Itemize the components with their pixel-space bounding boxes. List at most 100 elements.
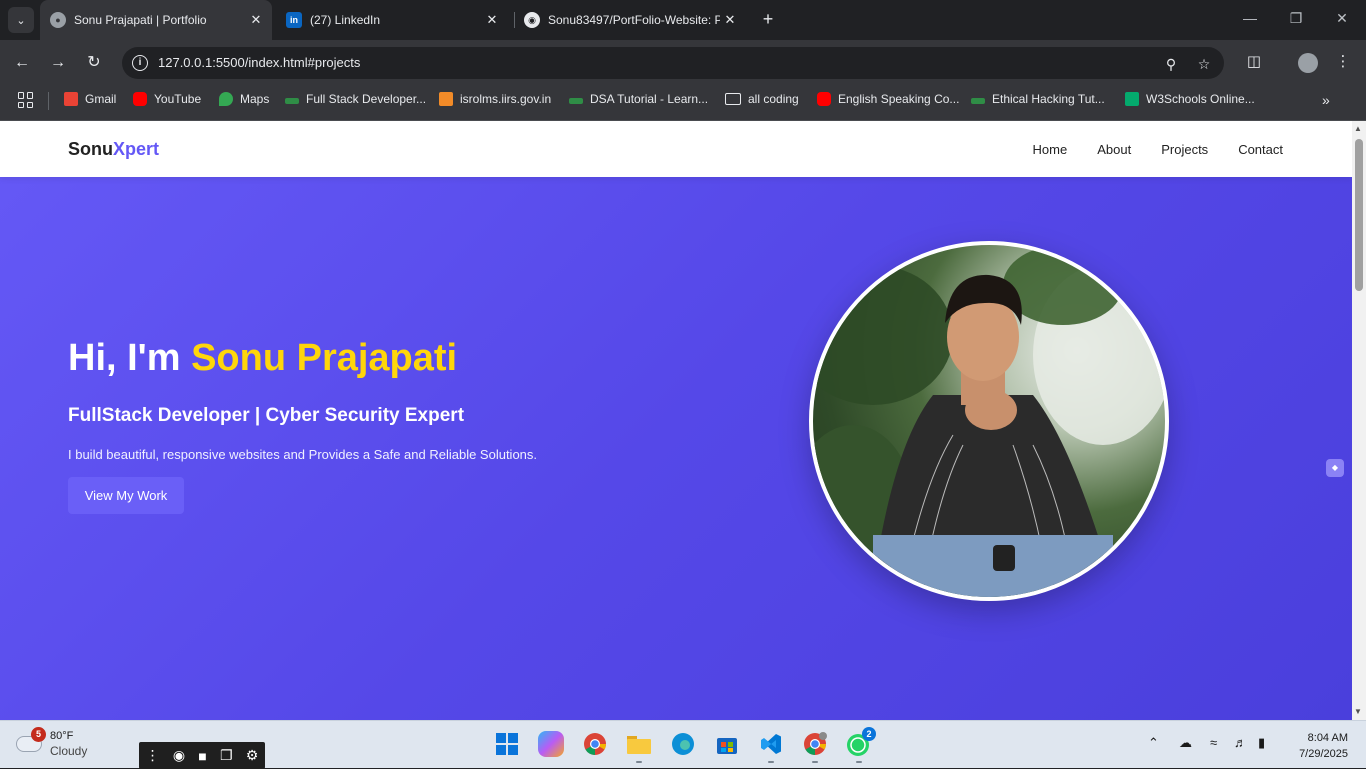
bookmark-label: DSA Tutorial - Learn... — [590, 92, 709, 106]
onedrive-cloud-icon[interactable]: ☁ — [1179, 735, 1192, 751]
close-icon[interactable]: ✕ — [720, 12, 740, 28]
more-bookmarks-icon[interactable]: » — [1322, 92, 1330, 108]
tab-search-chevron-icon[interactable]: ⌄ — [8, 7, 34, 33]
forward-arrow-icon[interactable]: → — [47, 52, 69, 74]
taskbar-running-indicator — [768, 761, 774, 763]
bookmark-fullstack[interactable]: Full Stack Developer... — [285, 92, 426, 106]
bookmark-star-icon[interactable]: ☆ — [1195, 55, 1213, 73]
address-bar[interactable]: i 127.0.0.1:5500/index.html#projects ⚲ ☆ — [122, 47, 1224, 79]
view-my-work-button[interactable]: View My Work — [68, 477, 184, 514]
bookmark-label: YouTube — [154, 92, 202, 106]
weather-temp: 80°F — [50, 730, 74, 742]
site-logo[interactable]: SonuXpert — [68, 139, 159, 160]
weather-text: 80°F Cloudy — [50, 729, 87, 759]
battery-icon[interactable]: ▮ — [1258, 735, 1265, 751]
taskbar-running-indicator — [636, 761, 642, 763]
restore-icon[interactable]: ❐ — [1286, 10, 1306, 27]
tab-portfolio[interactable]: ● Sonu Prajapati | Portfolio ✕ — [40, 0, 272, 40]
bookmark-w3schools[interactable]: W3Schools Online... — [1125, 92, 1255, 106]
hero-heading: Hi, I'm Sonu Prajapati — [68, 337, 457, 380]
logo-text: Sonu — [68, 139, 113, 159]
chrome-icon[interactable] — [582, 731, 608, 757]
gear-icon[interactable]: ⚙ — [246, 747, 259, 764]
windows-start-icon[interactable] — [494, 731, 520, 757]
microsoft-store-icon[interactable] — [714, 731, 740, 757]
cloud-icon: 5 — [16, 727, 46, 752]
bookmarks-divider — [48, 92, 49, 110]
close-icon[interactable]: ✕ — [246, 12, 266, 28]
bookmark-youtube[interactable]: YouTube — [133, 92, 201, 106]
clock-time: 8:04 AM — [1307, 732, 1348, 744]
whatsapp-icon[interactable]: 2 — [846, 727, 876, 757]
chrome-profile-icon[interactable] — [802, 731, 828, 757]
nav-contact-link[interactable]: Contact — [1238, 142, 1283, 157]
capture-toolbar: ⋮ ◉ ■ ❐ ⚙ — [139, 742, 265, 769]
weather-desc: Cloudy — [50, 744, 88, 758]
bookmark-label: W3Schools Online... — [1146, 92, 1255, 106]
wifi-icon[interactable]: ≈ — [1210, 735, 1217, 750]
apps-grid-icon[interactable] — [18, 92, 34, 108]
close-icon[interactable]: ✕ — [482, 12, 502, 28]
gfg-icon — [569, 98, 583, 104]
url-text[interactable]: 127.0.0.1:5500/index.html#projects — [158, 55, 360, 70]
taskbar-running-indicator — [812, 761, 818, 763]
nav-projects-link[interactable]: Projects — [1161, 142, 1208, 157]
window-capture-icon[interactable]: ❐ — [220, 747, 233, 764]
vscode-icon[interactable] — [758, 731, 784, 757]
bookmark-folder-all-coding[interactable]: all coding — [725, 92, 799, 106]
floating-widget-icon[interactable]: ◆ — [1326, 459, 1344, 477]
gmail-icon — [64, 92, 78, 106]
kebab-menu-icon[interactable]: ⋮ — [1332, 52, 1354, 70]
bookmark-gmail[interactable]: Gmail — [64, 92, 116, 106]
bookmark-isrolms[interactable]: isrolms.iirs.gov.in — [439, 92, 551, 106]
nav-about-link[interactable]: About — [1097, 142, 1131, 157]
bookmark-label: all coding — [748, 92, 799, 106]
bookmark-label: isrolms.iirs.gov.in — [460, 92, 552, 106]
bookmark-english[interactable]: English Speaking Co... — [817, 92, 959, 106]
bookmark-dsa[interactable]: DSA Tutorial - Learn... — [569, 92, 708, 106]
drag-handle-icon[interactable]: ⋮ — [146, 747, 160, 764]
video-camera-icon[interactable]: ■ — [198, 748, 206, 764]
new-tab-button[interactable]: + — [758, 10, 778, 30]
edge-icon[interactable] — [670, 731, 696, 757]
page-scrollbar[interactable]: ▲ ▼ — [1352, 121, 1366, 720]
scrollbar-thumb[interactable] — [1355, 139, 1363, 291]
profile-avatar[interactable] — [1298, 53, 1318, 73]
extensions-icon[interactable]: ◫ — [1243, 52, 1265, 70]
camera-icon[interactable]: ◉ — [173, 747, 185, 764]
tab-github[interactable]: ◉ Sonu83497/PortFolio-Website: P ✕ — [514, 0, 746, 40]
tab-linkedin[interactable]: in (27) LinkedIn ✕ — [276, 0, 508, 40]
portfolio-page: SonuXpert Home About Projects Contact Hi… — [0, 121, 1352, 720]
weather-widget[interactable]: 5 80°F Cloudy — [16, 727, 87, 759]
windows-taskbar: 5 80°F Cloudy ⋮ ◉ ■ ❐ ⚙ 2 ⌃ ☁ ≈ ♬ ▮ 8:04… — [0, 720, 1366, 769]
file-explorer-icon[interactable] — [626, 731, 652, 757]
back-arrow-icon[interactable]: ← — [11, 52, 33, 74]
minimize-icon[interactable]: — — [1240, 10, 1260, 26]
hero-greeting: Hi, I'm — [68, 337, 192, 379]
whatsapp-badge: 2 — [862, 727, 876, 741]
maps-pin-icon — [219, 92, 233, 106]
reload-icon[interactable]: ↻ — [83, 52, 105, 74]
site-info-icon[interactable]: i — [132, 55, 148, 71]
nav-home-link[interactable]: Home — [1033, 142, 1068, 157]
scroll-up-icon[interactable]: ▲ — [1354, 124, 1362, 133]
zoom-icon[interactable]: ⚲ — [1162, 55, 1180, 73]
site-navbar: SonuXpert Home About Projects Contact — [0, 121, 1352, 177]
tray-chevron-up-icon[interactable]: ⌃ — [1148, 735, 1159, 751]
bookmark-maps[interactable]: Maps — [219, 92, 269, 106]
system-clock[interactable]: 8:04 AM 7/29/2025 — [1286, 730, 1348, 762]
hero-subtitle: FullStack Developer | Cyber Security Exp… — [68, 405, 465, 426]
scroll-down-icon[interactable]: ▼ — [1354, 707, 1362, 716]
window-close-icon[interactable]: ✕ — [1332, 10, 1352, 27]
copilot-icon[interactable] — [538, 731, 564, 757]
isro-icon — [439, 92, 453, 106]
bookmark-label: English Speaking Co... — [838, 92, 960, 106]
browser-toolbar: ← → ↻ i 127.0.0.1:5500/index.html#projec… — [0, 40, 1366, 86]
bookmark-ethical-hacking[interactable]: Ethical Hacking Tut... — [971, 92, 1105, 106]
youtube-icon — [817, 92, 831, 106]
gfg-icon — [285, 98, 299, 104]
linkedin-icon: in — [286, 12, 302, 28]
w3schools-icon — [1125, 92, 1139, 106]
logo-accent-text: Xpert — [113, 139, 160, 159]
volume-icon[interactable]: ♬ — [1234, 735, 1247, 750]
